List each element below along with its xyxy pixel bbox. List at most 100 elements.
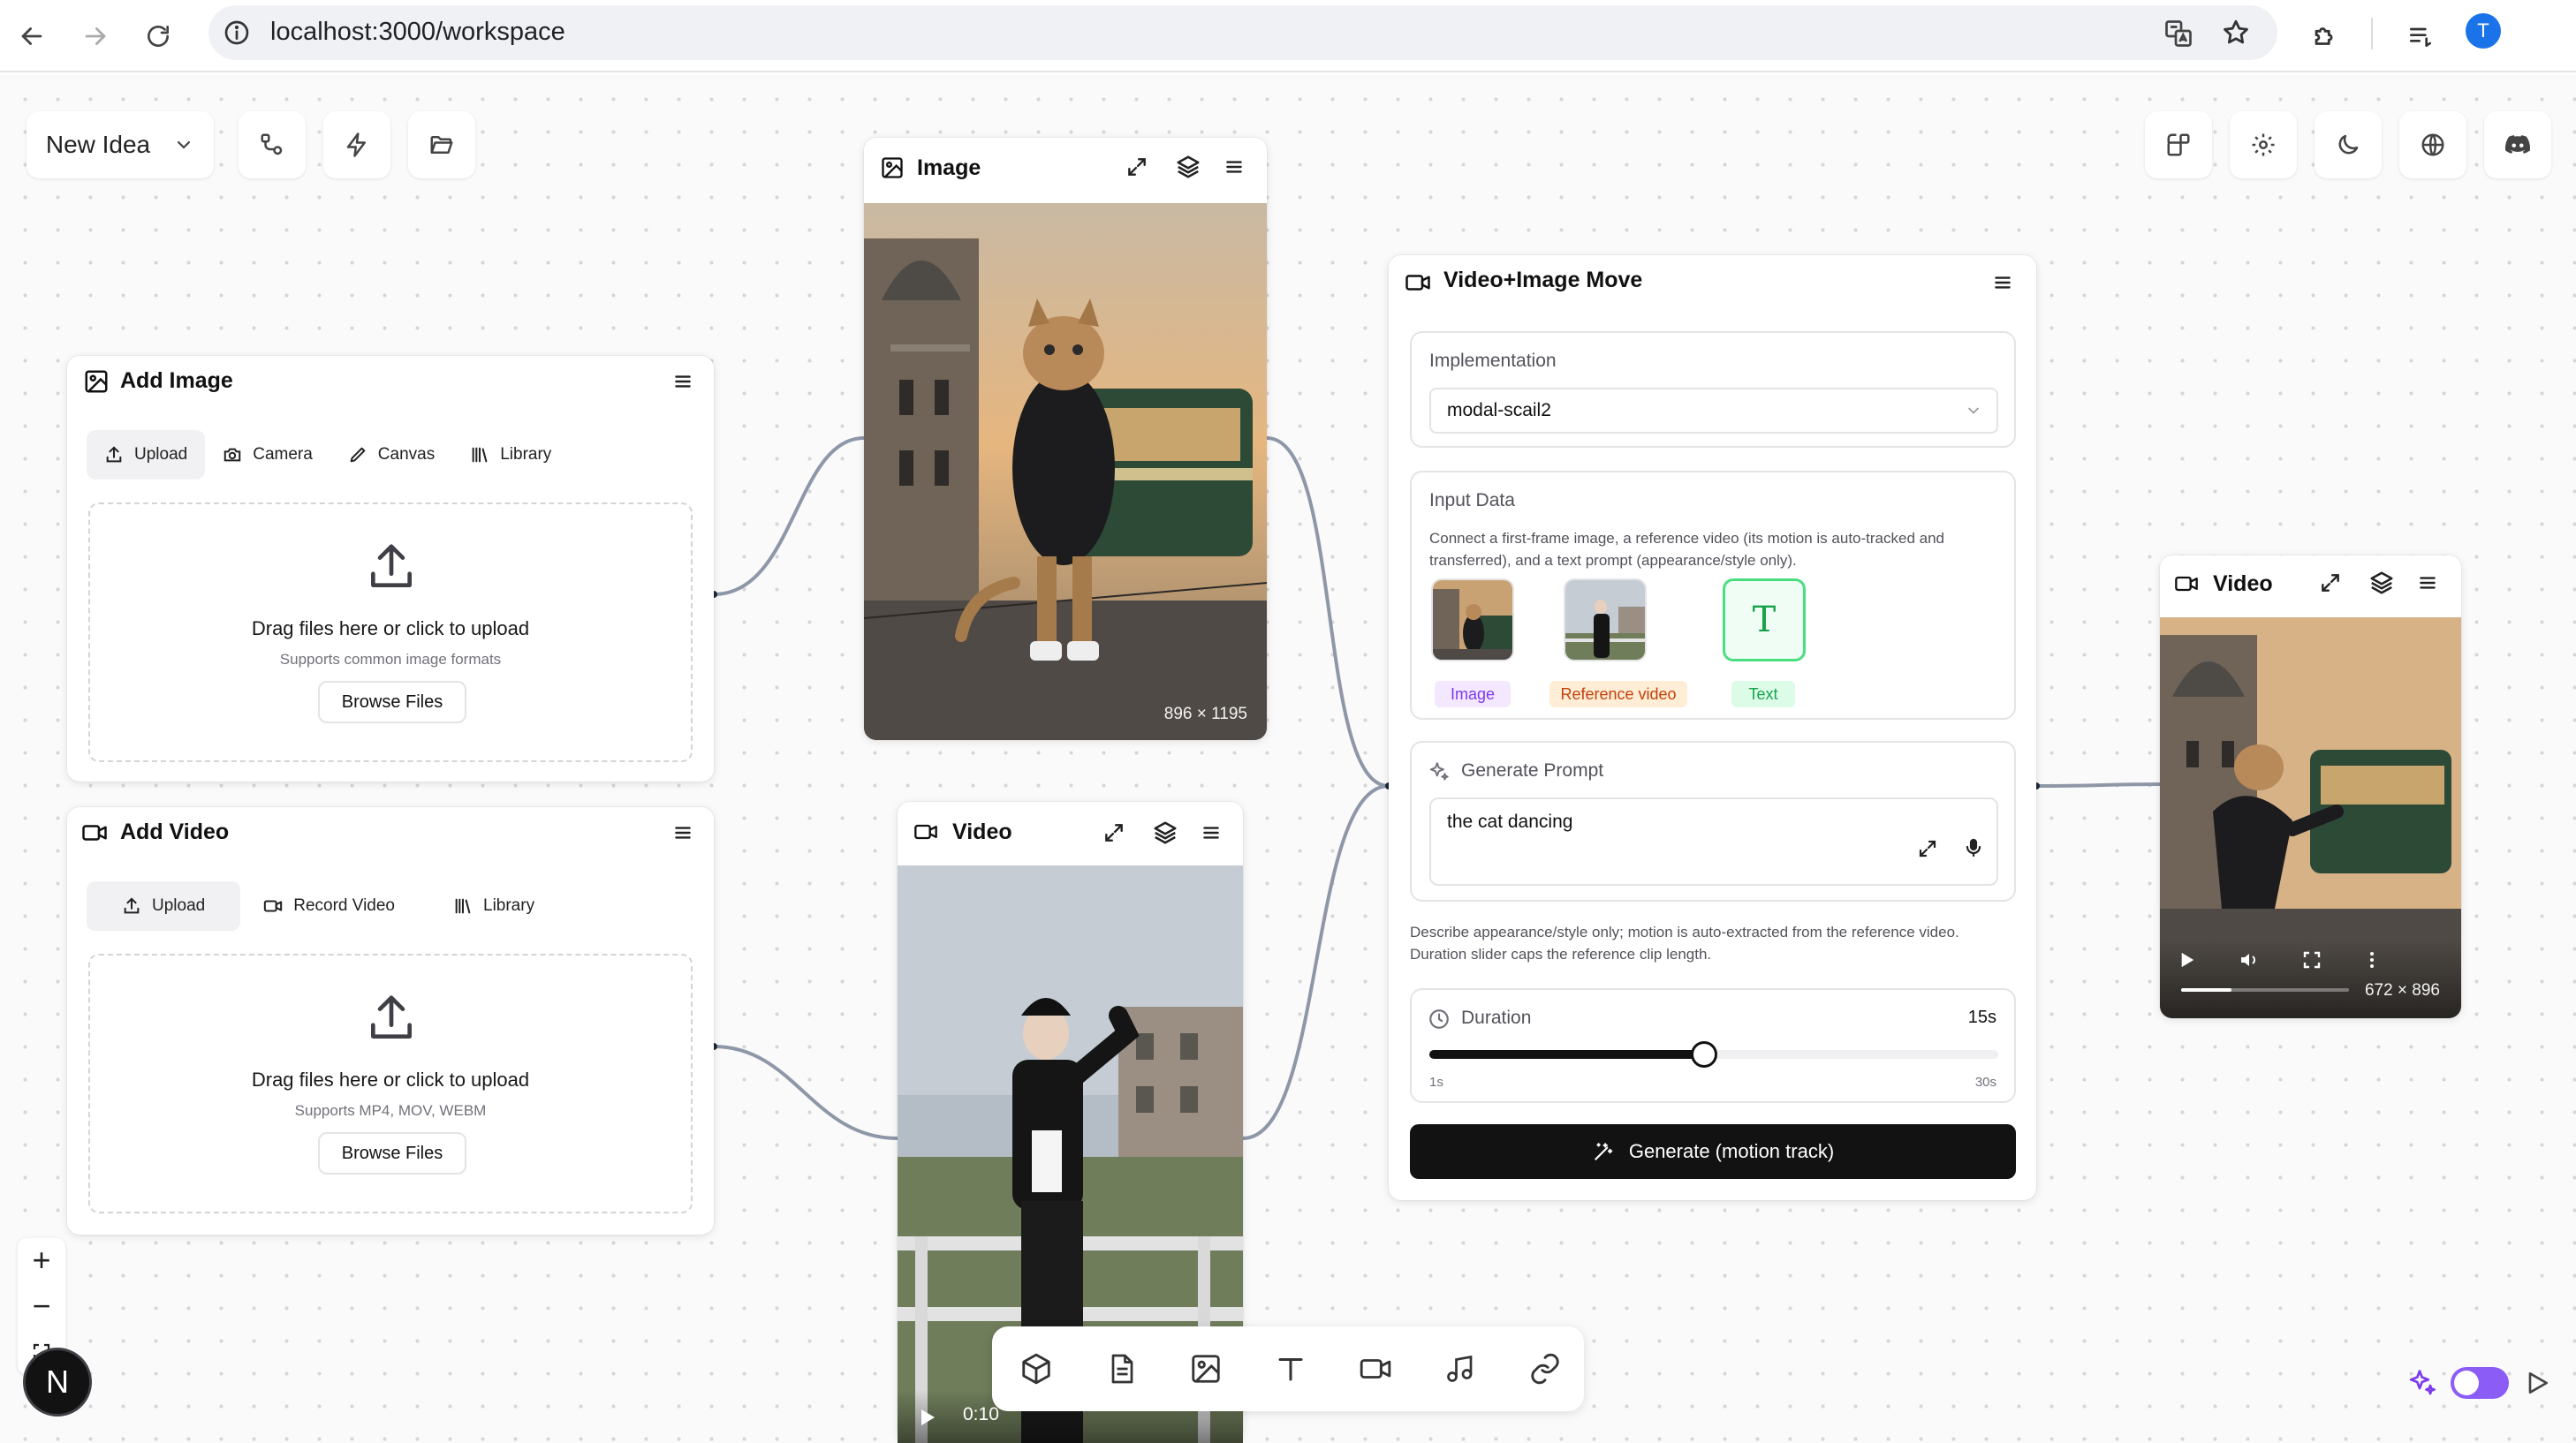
extensions-icon[interactable]	[2306, 17, 2345, 56]
expand-icon[interactable]	[1125, 155, 1148, 183]
node-title: Image	[917, 155, 981, 180]
language-button[interactable]	[2399, 111, 2466, 178]
play-icon[interactable]	[2179, 951, 2195, 969]
more-vertical-icon[interactable]	[2361, 949, 2383, 971]
tab-library[interactable]: Library	[418, 881, 570, 931]
theme-toggle-button[interactable]	[2315, 111, 2382, 178]
menu-icon[interactable]	[1991, 271, 2014, 298]
expand-icon[interactable]	[1102, 821, 1125, 849]
tab-upload[interactable]: Upload	[87, 430, 206, 480]
video-output-node[interactable]: Video 672 × 896	[2160, 555, 2461, 1018]
play-outline-icon[interactable]	[2523, 1369, 2551, 1397]
back-arrow-icon[interactable]	[12, 17, 51, 56]
prompt-textarea[interactable]: the cat dancing	[1429, 797, 1998, 886]
text-glyph: T	[1752, 600, 1777, 640]
layout-button[interactable]	[2145, 111, 2212, 178]
video-dropzone[interactable]: Drag files here or click to upload Suppo…	[88, 954, 693, 1213]
address-bar[interactable]: localhost:3000/workspace	[208, 5, 2277, 60]
tab-library[interactable]: Library	[452, 430, 569, 480]
duration-slider-thumb[interactable]	[1690, 1041, 1717, 1068]
layers-icon[interactable]	[1175, 154, 1201, 185]
layers-icon[interactable]	[2368, 570, 2395, 601]
menu-icon[interactable]	[671, 821, 694, 849]
add-link-button[interactable]	[1524, 1348, 1566, 1390]
add-image-button[interactable]	[1185, 1348, 1227, 1390]
layers-icon[interactable]	[1152, 820, 1178, 850]
menu-icon[interactable]	[2416, 571, 2439, 599]
url-text: localhost:3000/workspace	[270, 18, 565, 46]
zoom-out-button[interactable]: −	[18, 1284, 65, 1328]
add-document-button[interactable]	[1100, 1348, 1142, 1390]
add-audio-button[interactable]	[1439, 1348, 1481, 1390]
menu-icon[interactable]	[1200, 821, 1223, 849]
browse-files-button[interactable]: Browse Files	[318, 681, 466, 723]
video-icon	[1358, 1352, 1393, 1386]
forward-arrow-icon[interactable]	[76, 17, 115, 56]
image-preview: 896 × 1195	[864, 203, 1267, 740]
tab-camera[interactable]: Camera	[205, 430, 330, 480]
image-dropzone[interactable]: Drag files here or click to upload Suppo…	[88, 502, 693, 762]
add-image-node[interactable]: Add Image Upload Camera Canvas Library D…	[67, 356, 714, 782]
input-image-thumbnail[interactable]	[1431, 578, 1514, 661]
reload-icon[interactable]	[139, 17, 178, 56]
link-icon	[1528, 1352, 1562, 1386]
sparkles-icon[interactable]	[2406, 1367, 2438, 1399]
layout-icon	[2165, 132, 2192, 158]
duration-label: Duration	[1461, 1008, 1532, 1028]
project-selector[interactable]: New Idea	[27, 111, 214, 178]
tab-upload[interactable]: Upload	[87, 881, 241, 931]
input-reference-video-thumbnail[interactable]	[1564, 578, 1647, 661]
ai-toggle[interactable]	[2451, 1367, 2509, 1399]
add-3d-button[interactable]	[1015, 1348, 1057, 1390]
project-name: New Idea	[45, 131, 151, 158]
add-text-button[interactable]	[1269, 1348, 1312, 1390]
add-video-button[interactable]	[1354, 1348, 1397, 1390]
info-icon[interactable]	[223, 19, 251, 47]
fullscreen-icon[interactable]	[2301, 949, 2322, 971]
menu-icon[interactable]	[1223, 155, 1246, 183]
expand-icon[interactable]	[2319, 571, 2342, 599]
document-icon	[1105, 1352, 1137, 1386]
quick-action-button[interactable]	[323, 111, 390, 178]
generate-prompt-card: Generate Prompt the cat dancing	[1410, 741, 2016, 902]
settings-button[interactable]	[2230, 111, 2297, 178]
generate-button[interactable]: Generate (motion track)	[1410, 1124, 2016, 1179]
play-icon[interactable]	[919, 1408, 936, 1427]
implementation-select[interactable]: modal-scail2	[1429, 388, 1998, 434]
add-video-node[interactable]: Add Video Upload Record Video Library Dr…	[67, 807, 714, 1235]
menu-icon[interactable]	[671, 370, 694, 397]
sparkles-icon	[1428, 760, 1451, 783]
chevron-down-icon	[1965, 402, 1982, 419]
tab-label: Library	[483, 896, 535, 915]
output-video-preview[interactable]: 672 × 896	[2160, 617, 2461, 1018]
video-camera-icon	[1405, 269, 1431, 300]
volume-icon[interactable]	[2238, 949, 2261, 971]
generate-label: Generate (motion track)	[1628, 1140, 1835, 1162]
workflow-button[interactable]	[239, 111, 306, 178]
ai-assist-controls	[2399, 1360, 2558, 1404]
app-logo-badge[interactable]: N	[23, 1348, 92, 1417]
output-progress-bar[interactable]	[2181, 988, 2349, 992]
tab-canvas[interactable]: Canvas	[330, 430, 452, 480]
browse-files-button[interactable]: Browse Files	[318, 1132, 466, 1175]
profile-avatar[interactable]: T	[2466, 13, 2501, 49]
microphone-icon[interactable]	[1963, 836, 1984, 859]
tab-record-video[interactable]: Record Video	[240, 881, 418, 931]
duration-slider[interactable]	[1429, 1041, 1998, 1068]
image-dimensions: 896 × 1195	[1163, 705, 1247, 723]
gear-icon	[2250, 132, 2277, 158]
zoom-in-button[interactable]: +	[18, 1238, 65, 1282]
image-node[interactable]: Image 896 × 1195	[864, 138, 1267, 740]
chevron-down-icon	[173, 134, 194, 155]
bookmark-star-icon[interactable]	[2221, 18, 2251, 48]
translate-icon[interactable]	[2163, 18, 2194, 49]
toggle-knob	[2454, 1371, 2479, 1395]
tab-search-icon[interactable]	[2401, 17, 2440, 56]
input-text-thumbnail[interactable]: T	[1723, 578, 1806, 661]
expand-icon[interactable]	[1917, 838, 1938, 859]
node-title: Video+Image Move	[1443, 268, 1643, 292]
open-folder-button[interactable]	[408, 111, 475, 178]
discord-button[interactable]	[2484, 111, 2551, 178]
duration-card: Duration 15s 1s 30s	[1410, 988, 2016, 1103]
video-image-move-node[interactable]: Video+Image Move Implementation modal-sc…	[1389, 255, 2036, 1200]
